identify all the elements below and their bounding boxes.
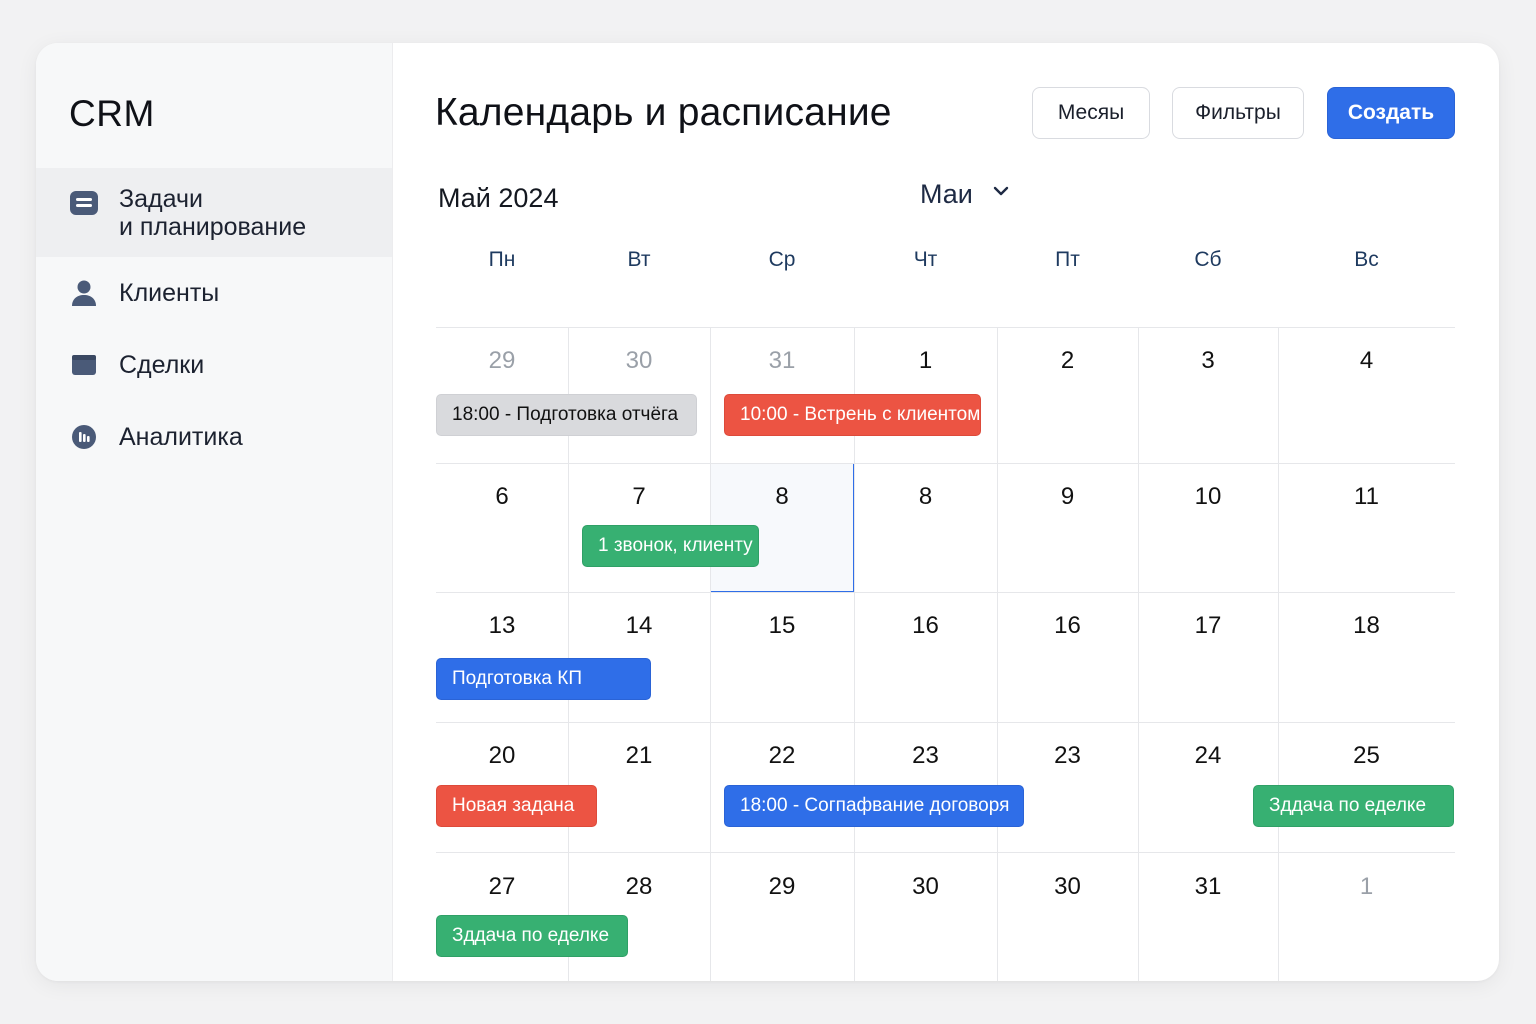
- day-number[interactable]: 1: [1278, 873, 1455, 901]
- weekday-header: Чт: [913, 248, 938, 271]
- day-number[interactable]: 16: [997, 612, 1138, 640]
- current-month-label: Май 2024: [438, 183, 559, 213]
- event-chip[interactable]: Зддача по еделке: [436, 915, 628, 957]
- day-number[interactable]: 30: [997, 873, 1138, 901]
- day-number[interactable]: 16: [854, 612, 997, 640]
- sidebar-item-clients[interactable]: Клиенты: [36, 257, 392, 329]
- day-number[interactable]: 10: [1138, 483, 1278, 511]
- sidebar-item-label-line1: Задачи: [119, 185, 203, 213]
- main-content: Календарь и расписание Месяы Фильтры Соз…: [394, 43, 1499, 981]
- event-chip[interactable]: 18:00 - Подготовка отчёга: [436, 394, 697, 436]
- filters-button[interactable]: Фильтры: [1172, 87, 1304, 139]
- day-number[interactable]: 23: [854, 742, 997, 770]
- calendar-grid: Пн Вт Ср Чт Пт Сб Вс 29 30 31 1 2 3 4 6 7 8 8 9 10 11 13 14 15 1…: [436, 243, 1455, 981]
- month-dropdown[interactable]: Маи: [920, 179, 1009, 210]
- day-number[interactable]: 24: [1138, 742, 1278, 770]
- day-number[interactable]: 7: [568, 483, 710, 511]
- sidebar-item-label: Аналитика: [119, 423, 243, 451]
- day-number[interactable]: 17: [1138, 612, 1278, 640]
- day-number[interactable]: 20: [436, 742, 568, 770]
- sidebar-item-label-line2: и планирование: [119, 213, 307, 241]
- event-chip[interactable]: 10:00 - Встрень с клиентом: [724, 394, 981, 436]
- sidebar-nav: Задачи и планирование Клиенты Сделки Ана…: [36, 168, 392, 473]
- event-chip[interactable]: Зддача по еделке: [1253, 785, 1454, 827]
- day-number[interactable]: 14: [568, 612, 710, 640]
- chevron-down-icon: [993, 183, 1009, 201]
- day-number[interactable]: 23: [997, 742, 1138, 770]
- day-number[interactable]: 9: [997, 483, 1138, 511]
- day-number[interactable]: 15: [710, 612, 854, 640]
- weekday-header: Пн: [488, 248, 516, 271]
- grid-row-divider: [436, 852, 1455, 853]
- day-number[interactable]: 31: [710, 347, 854, 375]
- create-button[interactable]: Создать: [1327, 87, 1455, 139]
- weekday-header: Сб: [1194, 248, 1222, 271]
- tasks-icon: [69, 188, 99, 218]
- event-chip[interactable]: 1 звонок, клиенту: [582, 525, 759, 567]
- day-number[interactable]: 27: [436, 873, 568, 901]
- page-title: Календарь и расписание: [435, 91, 892, 134]
- day-number[interactable]: 11: [1278, 483, 1455, 511]
- sidebar-item-deals[interactable]: Сделки: [36, 329, 392, 401]
- day-number[interactable]: 29: [710, 873, 854, 901]
- user-icon: [69, 278, 99, 308]
- sidebar-item-tasks[interactable]: Задачи и планирование: [36, 168, 392, 257]
- event-chip[interactable]: Новая задана: [436, 785, 597, 827]
- app-window: CRM Задачи и планирование Клиенты Сделки…: [36, 43, 1499, 981]
- day-number[interactable]: 8: [854, 483, 997, 511]
- day-number[interactable]: 30: [568, 347, 710, 375]
- months-button[interactable]: Месяы: [1032, 87, 1150, 139]
- day-number[interactable]: 18: [1278, 612, 1455, 640]
- day-number[interactable]: 1: [854, 347, 997, 375]
- grid-row-divider: [436, 327, 1455, 328]
- weekday-header: Вс: [1354, 248, 1379, 271]
- sidebar-item-label: Клиенты: [119, 279, 220, 307]
- month-dropdown-value: Маи: [920, 179, 973, 209]
- grid-row-divider: [436, 463, 1455, 464]
- day-number[interactable]: 6: [436, 483, 568, 511]
- day-number[interactable]: 21: [568, 742, 710, 770]
- day-number[interactable]: 28: [568, 873, 710, 901]
- day-number[interactable]: 30: [854, 873, 997, 901]
- day-number[interactable]: 22: [710, 742, 854, 770]
- sidebar-item-analytics[interactable]: Аналитика: [36, 401, 392, 473]
- weekday-header: Ср: [768, 248, 796, 271]
- day-number[interactable]: 31: [1138, 873, 1278, 901]
- event-chip[interactable]: 18:00 - Согпафвание договоря: [724, 785, 1024, 827]
- brand-logo: CRM: [69, 93, 155, 134]
- day-number[interactable]: 2: [997, 347, 1138, 375]
- day-number[interactable]: 25: [1278, 742, 1455, 770]
- folder-icon: [69, 350, 99, 380]
- analytics-icon: [69, 422, 99, 452]
- grid-row-divider: [436, 722, 1455, 723]
- grid-row-divider: [436, 592, 1455, 593]
- weekday-header: Пт: [1055, 248, 1080, 271]
- day-number[interactable]: 29: [436, 347, 568, 375]
- sidebar: CRM Задачи и планирование Клиенты Сделки…: [36, 43, 393, 981]
- day-number[interactable]: 3: [1138, 347, 1278, 375]
- day-number[interactable]: 13: [436, 612, 568, 640]
- sidebar-item-label: Сделки: [119, 351, 205, 379]
- day-number[interactable]: 4: [1278, 347, 1455, 375]
- event-chip[interactable]: Подготовка КП: [436, 658, 651, 700]
- day-number[interactable]: 8: [710, 483, 854, 511]
- weekday-header: Вт: [627, 248, 651, 271]
- sidebar-item-label: Задачи и планирование: [119, 185, 306, 241]
